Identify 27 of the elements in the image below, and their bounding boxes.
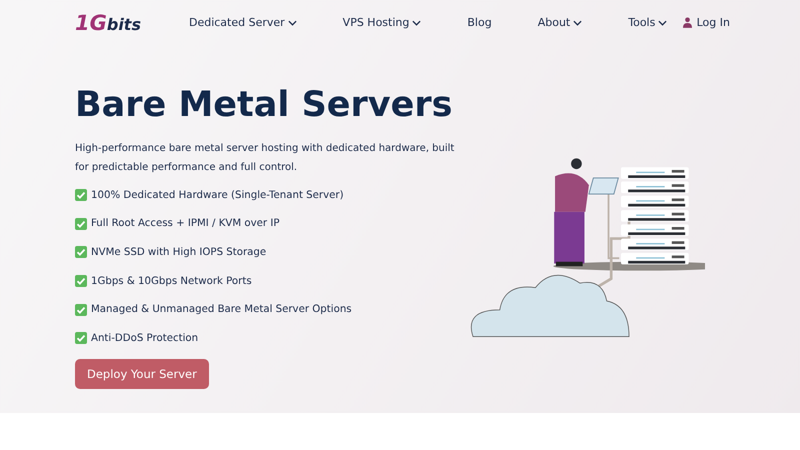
- hero-description: High-performance bare metal server hosting with dedicated hardware, built for predictable performance and full control.: [75, 142, 456, 175]
- check-icon: [75, 332, 87, 344]
- chevron-down-icon: [288, 20, 297, 26]
- feature-text: Managed & Unmanaged Bare Metal Server Options: [91, 304, 352, 316]
- nav-link[interactable]: Blog: [467, 16, 492, 29]
- feature-text: NVMe SSD with High IOPS Storage: [91, 246, 266, 258]
- nav-link[interactable]: About: [538, 16, 582, 29]
- nav-link[interactable]: Dedicated Server: [188, 16, 297, 29]
- logo[interactable]: 1Gbits: [75, 10, 141, 34]
- chevron-down-icon: [658, 20, 668, 26]
- feature-text: 1Gbps & 10Gbps Network Ports: [91, 276, 252, 287]
- hero-title: Bare Metal Servers: [75, 85, 454, 125]
- user-icon: [682, 17, 692, 28]
- feature-text: 100% Dedicated Hardware (Single-Tenant Server): [91, 190, 344, 201]
- check-icon: [75, 189, 87, 202]
- nav-link[interactable]: VPS Hosting: [342, 16, 422, 29]
- check-icon: [75, 304, 87, 316]
- check-icon: [75, 275, 87, 288]
- feature-text: Anti-DDoS Protection: [91, 332, 198, 344]
- feature-text: Full Root Access + IPMI / KVM over IP: [91, 218, 280, 230]
- nav-link[interactable]: Tools: [628, 16, 668, 29]
- check-icon: [75, 218, 87, 230]
- chevron-down-icon: [573, 20, 582, 26]
- chevron-down-icon: [412, 20, 422, 26]
- login-link[interactable]: Log In: [682, 16, 730, 29]
- deploy-button[interactable]: Deploy Your Server: [75, 358, 209, 389]
- check-icon: [75, 246, 87, 258]
